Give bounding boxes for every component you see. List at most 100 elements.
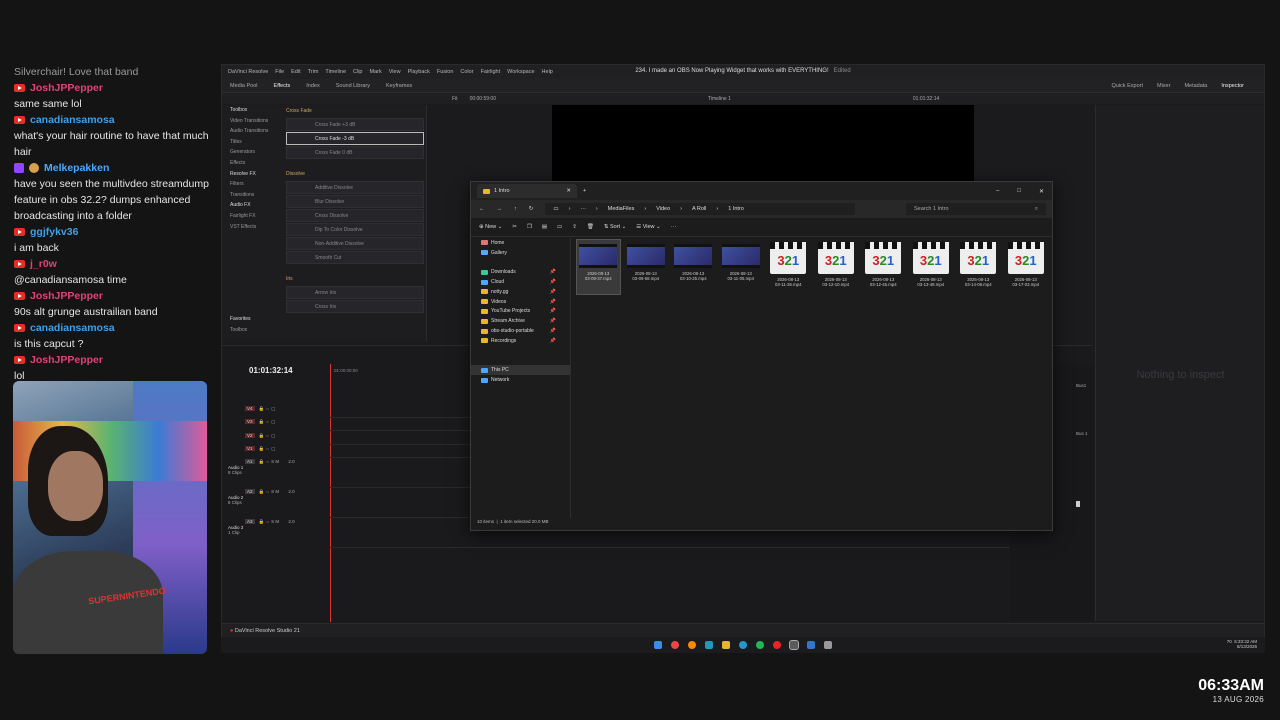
file-item[interactable]: 321 2026-08-13 03-17-03.mp4 bbox=[1005, 240, 1048, 294]
toolbar-sound-library[interactable]: Sound Library bbox=[336, 83, 370, 89]
effect-item[interactable]: Dip To Color Dissolve bbox=[286, 223, 424, 236]
nav-item[interactable]: Gallery bbox=[471, 248, 570, 258]
effects-tree-item[interactable]: Titles bbox=[222, 137, 284, 148]
close-icon[interactable]: ✕ bbox=[1039, 188, 1044, 195]
spotify-icon[interactable] bbox=[756, 641, 764, 649]
file-item[interactable]: 321 2026-08-13 03-12-45.mp4 bbox=[862, 240, 905, 294]
lock-icon[interactable]: 🔒 ⇔ S M bbox=[259, 489, 281, 494]
file-item[interactable]: 321 2026-08-13 03-13-48.mp4 bbox=[910, 240, 953, 294]
copy-icon[interactable]: ❐ bbox=[527, 224, 532, 230]
breadcrumb-item[interactable]: Video bbox=[656, 206, 670, 212]
file-item[interactable]: 321 2026-08-13 03-11-36.mp4 bbox=[767, 240, 810, 294]
toolbar-quick-export[interactable]: Quick Export bbox=[1112, 83, 1143, 89]
explorer-tab[interactable]: 1 Intro ✕ bbox=[477, 184, 577, 198]
breadcrumb-item[interactable]: A Roll bbox=[692, 206, 706, 212]
sort-button[interactable]: ⇅ Sort ⌄ bbox=[604, 224, 626, 230]
toolbar-inspector[interactable]: Inspector bbox=[1221, 83, 1244, 89]
lock-icon[interactable]: 🔒 ⇔ ▢ bbox=[259, 419, 276, 424]
breadcrumb-item[interactable]: MediaFiles bbox=[608, 206, 635, 212]
nav-item[interactable]: YouTube Projects 📌 bbox=[471, 307, 570, 317]
effects-tree-item[interactable]: Video Transitions bbox=[222, 116, 284, 127]
nav-item[interactable]: notty.gg 📌 bbox=[471, 287, 570, 297]
system-tray[interactable]: 70 6:33:32 AM 8/13/2026 bbox=[1227, 639, 1257, 649]
share-icon[interactable]: ⇪ bbox=[572, 224, 577, 230]
maximize-icon[interactable]: □ bbox=[1017, 188, 1021, 195]
effect-item[interactable]: Cross Fade +3 dB bbox=[286, 118, 424, 131]
effects-tree-item[interactable]: Transitions bbox=[222, 190, 284, 201]
toolbar-media-pool[interactable]: Media Pool bbox=[230, 83, 258, 89]
file-item[interactable]: 2026-08-13 03-09-37.mp4 bbox=[576, 239, 621, 295]
favorites-item[interactable]: Favorites bbox=[222, 314, 284, 325]
effect-item[interactable]: Cross Fade 0 dB bbox=[286, 146, 424, 159]
settings-icon[interactable] bbox=[824, 641, 832, 649]
paste-icon[interactable]: ▤ bbox=[542, 224, 547, 230]
toolbar-keyframes[interactable]: Keyframes bbox=[386, 83, 412, 89]
lock-icon[interactable]: 🔒 ⇔ ▢ bbox=[259, 446, 276, 451]
lock-icon[interactable]: 🔒 ⇔ ▢ bbox=[259, 406, 276, 411]
file-item[interactable]: 2026-08-13 03-11-05.mp4 bbox=[720, 240, 763, 294]
effect-item[interactable]: Cross Fade -3 dB bbox=[286, 132, 424, 145]
delete-icon[interactable]: 🗑 bbox=[587, 224, 594, 230]
nav-item[interactable]: Cloud 📌 bbox=[471, 277, 570, 287]
fit-dropdown[interactable]: Fit bbox=[452, 96, 458, 102]
rename-icon[interactable]: ▭ bbox=[557, 224, 562, 230]
effect-item[interactable]: Additive Dissolve bbox=[286, 181, 424, 194]
file-item[interactable]: 321 2026-08-13 03-12-10.mp4 bbox=[815, 240, 858, 294]
lock-icon[interactable]: 🔒 ⇔ S M bbox=[259, 459, 281, 464]
timeline-name[interactable]: Timeline 1 bbox=[708, 96, 731, 102]
chrome-icon[interactable] bbox=[671, 641, 679, 649]
toolbar-effects[interactable]: Effects bbox=[274, 83, 291, 89]
effects-tree-item[interactable]: VST Effects bbox=[222, 222, 284, 233]
track-lane[interactable] bbox=[330, 547, 1092, 548]
nav-item[interactable]: This PC bbox=[471, 365, 570, 376]
search-input[interactable]: Search 1 Intro ⌕ bbox=[906, 203, 1046, 215]
up-icon[interactable]: ↑ bbox=[514, 206, 517, 212]
forward-icon[interactable]: → bbox=[497, 206, 503, 212]
nav-item[interactable]: Downloads 📌 bbox=[471, 267, 570, 277]
back-icon[interactable]: ← bbox=[479, 206, 485, 212]
effect-item[interactable]: Smooth Cut bbox=[286, 251, 424, 264]
effects-tree-item[interactable]: Generators bbox=[222, 147, 284, 158]
toolbar-index[interactable]: Index bbox=[306, 83, 319, 89]
effects-tree-item[interactable]: Fairlight FX bbox=[222, 211, 284, 222]
effects-tree-item[interactable]: Toolbox bbox=[222, 105, 284, 116]
terminal-icon[interactable] bbox=[705, 641, 713, 649]
effects-tree-item[interactable]: Audio FX bbox=[222, 200, 284, 211]
file-item[interactable]: 2026-08-13 03-09-58.mp4 bbox=[625, 240, 668, 294]
file-item[interactable]: 2026-08-13 03-10-25.mp4 bbox=[672, 240, 715, 294]
effects-tree-item[interactable]: Audio Transitions bbox=[222, 126, 284, 137]
nav-item[interactable]: Stream Archive 📌 bbox=[471, 316, 570, 326]
new-button[interactable]: ⊕ New ⌄ bbox=[479, 224, 502, 230]
nav-item[interactable]: Recordings 📌 bbox=[471, 336, 570, 346]
firefox-icon[interactable] bbox=[688, 641, 696, 649]
file-item[interactable]: 321 2026-08-13 03-14-08.mp4 bbox=[957, 240, 1000, 294]
effect-item[interactable]: Cross Iris bbox=[286, 300, 424, 313]
effect-item[interactable]: Cross Dissolve bbox=[286, 209, 424, 222]
effects-tree-item[interactable]: Resolve FX bbox=[222, 169, 284, 180]
tab-close-icon[interactable]: ✕ bbox=[566, 188, 571, 194]
favorites-item[interactable]: Toolbox bbox=[222, 325, 284, 336]
obs-icon[interactable] bbox=[773, 641, 781, 649]
effect-item[interactable]: Arrow Iris bbox=[286, 286, 424, 299]
nav-item[interactable]: obs-studio-portable 📌 bbox=[471, 326, 570, 336]
fader-handle[interactable] bbox=[1076, 501, 1080, 507]
effects-tree-item[interactable]: Filters bbox=[222, 179, 284, 190]
resolve-taskbar-icon[interactable] bbox=[789, 640, 799, 650]
nav-item[interactable]: Network bbox=[471, 375, 570, 385]
toolbar-metadata[interactable]: Metadata bbox=[1184, 83, 1207, 89]
cut-icon[interactable]: ✂ bbox=[512, 224, 517, 230]
breadcrumb[interactable]: ▭ › ··· › MediaFiles › Video › A Roll › 1 Intr… bbox=[545, 203, 856, 215]
effect-item[interactable]: Blur Dissolve bbox=[286, 195, 424, 208]
minimize-icon[interactable]: – bbox=[996, 188, 999, 195]
effects-tree-item[interactable]: Effects bbox=[222, 158, 284, 169]
breadcrumb-item[interactable]: 1 Intro bbox=[728, 206, 744, 212]
new-tab-icon[interactable]: + bbox=[583, 188, 586, 194]
app-icon[interactable] bbox=[739, 641, 747, 649]
refresh-icon[interactable]: ↻ bbox=[529, 206, 534, 212]
nav-item[interactable]: Home bbox=[471, 238, 570, 248]
more-icon[interactable]: ··· bbox=[580, 206, 586, 212]
timeline-viewer[interactable] bbox=[552, 105, 974, 183]
toolbar-mixer[interactable]: Mixer bbox=[1157, 83, 1170, 89]
explorer-icon[interactable] bbox=[722, 641, 730, 649]
lock-icon[interactable]: 🔒 ⇔ ▢ bbox=[259, 433, 276, 438]
